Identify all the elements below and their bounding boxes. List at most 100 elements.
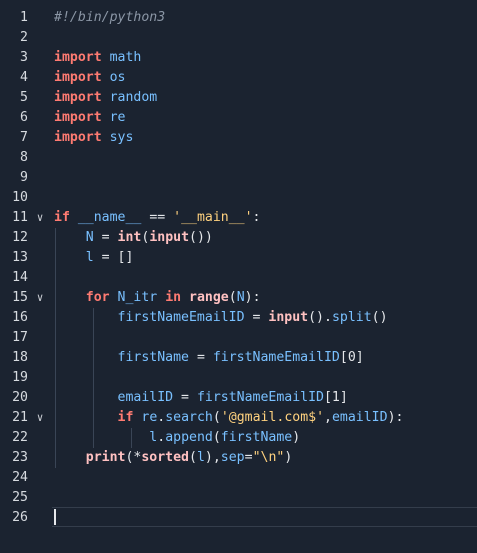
code-token: = [244, 310, 269, 325]
code-token: random [109, 90, 158, 105]
code-token: emailID [331, 410, 388, 425]
code-line[interactable]: 5 import random [0, 88, 477, 108]
code-line[interactable]: 21 ∨ if re.search('@gmail.com$',emailID): [0, 408, 477, 428]
code-line[interactable]: 13 l = [] [0, 248, 477, 268]
code-text: emailID = firstNameEmailID[1] [54, 388, 348, 408]
line-number: 24 [12, 470, 28, 485]
code-token: __name__ [77, 210, 142, 225]
code-editor[interactable]: 1 #!/bin/python3 2 3 import math 4 import os 5 i… [0, 0, 477, 553]
code-line[interactable]: 18 firstName = firstNameEmailID[0] [0, 348, 477, 368]
code-line[interactable]: 7 import sys [0, 128, 477, 148]
line-number: 18 [12, 350, 28, 365]
line-number: 15 [12, 290, 28, 305]
code-text: if re.search('@gmail.com$',emailID): [54, 408, 404, 428]
line-number: 20 [12, 390, 28, 405]
indent-guide [131, 428, 132, 448]
code-line[interactable]: 25 [0, 488, 477, 508]
line-number: 12 [12, 230, 28, 245]
chevron-down-icon[interactable]: ∨ [33, 208, 47, 228]
code-token: = [244, 450, 253, 465]
line-number: 23 [12, 450, 28, 465]
code-line[interactable]: 17 [0, 328, 477, 348]
code-token: [1] [323, 390, 348, 405]
code-line[interactable]: 15 ∨ for N_itr in range(N): [0, 288, 477, 308]
code-token: sep [220, 450, 245, 465]
code-token: ( [189, 450, 197, 465]
code-text: print(*sorted(l),sep="\n") [54, 448, 293, 468]
code-token: N [236, 290, 245, 305]
code-line[interactable]: 14 [0, 268, 477, 288]
code-text: firstNameEmailID = input().split() [54, 308, 388, 328]
code-token: firstNameEmailID [117, 310, 245, 325]
code-line[interactable]: 3 import math [0, 48, 477, 68]
code-line[interactable]: 23 print(*sorted(l),sep="\n") [0, 448, 477, 468]
code-text: import math [54, 48, 141, 68]
chevron-down-icon[interactable]: ∨ [33, 408, 47, 428]
line-number: 3 [20, 50, 28, 65]
code-text: l.append(firstName) [54, 428, 300, 448]
code-token: "\n" [252, 450, 285, 465]
line-number: 14 [12, 270, 28, 285]
code-token: ) [284, 450, 293, 465]
code-token: . [157, 430, 166, 445]
code-token: import [54, 50, 102, 65]
code-token: = [] [93, 250, 134, 265]
line-number: 1 [20, 10, 28, 25]
code-token: () [371, 310, 388, 325]
code-token: input [149, 230, 190, 245]
line-number: 25 [12, 490, 28, 505]
code-line[interactable]: 24 [0, 468, 477, 488]
code-line[interactable]: 11 ∨ if __name__ == '__main__': [0, 208, 477, 228]
code-token: emailID [117, 390, 174, 405]
code-token: , [324, 410, 332, 425]
code-line[interactable]: 2 [0, 28, 477, 48]
code-line[interactable]: 4 import os [0, 68, 477, 88]
code-token: ) [292, 430, 301, 445]
code-text: import sys [54, 128, 133, 148]
line-number: 13 [12, 250, 28, 265]
code-line[interactable]: 20 emailID = firstNameEmailID[1] [0, 388, 477, 408]
code-token: search [165, 410, 213, 425]
code-line[interactable]: 16 firstNameEmailID = input().split() [0, 308, 477, 328]
code-token: re [141, 410, 158, 425]
code-line[interactable]: 12 N = int(input()) [0, 228, 477, 248]
code-token: sorted [141, 450, 189, 465]
code-line[interactable]: 1 #!/bin/python3 [0, 8, 477, 28]
code-token: append [165, 430, 213, 445]
code-token: import [54, 70, 102, 85]
code-line[interactable]: 26 [0, 508, 477, 528]
code-line[interactable]: 10 [0, 188, 477, 208]
code-token: for [85, 290, 110, 305]
code-line[interactable]: 6 import re [0, 108, 477, 128]
code-token: ( [212, 430, 221, 445]
code-token: range [189, 290, 229, 305]
code-token: = [173, 390, 197, 405]
code-token: N_itr [117, 290, 158, 305]
code-token: import [54, 130, 102, 145]
code-token: firstName [117, 350, 189, 365]
code-token: print [85, 450, 126, 465]
code-token: = [93, 230, 118, 245]
code-line[interactable]: 8 [0, 148, 477, 168]
code-line[interactable]: 22 l.append(firstName) [0, 428, 477, 448]
code-token: ( [212, 410, 221, 425]
code-token: input [268, 310, 309, 325]
code-line[interactable]: 9 [0, 168, 477, 188]
code-line[interactable]: 19 [0, 368, 477, 388]
code-token: [0] [339, 350, 364, 365]
chevron-down-icon[interactable]: ∨ [33, 288, 47, 308]
code-token: : [252, 210, 261, 225]
line-number: 2 [20, 30, 28, 45]
